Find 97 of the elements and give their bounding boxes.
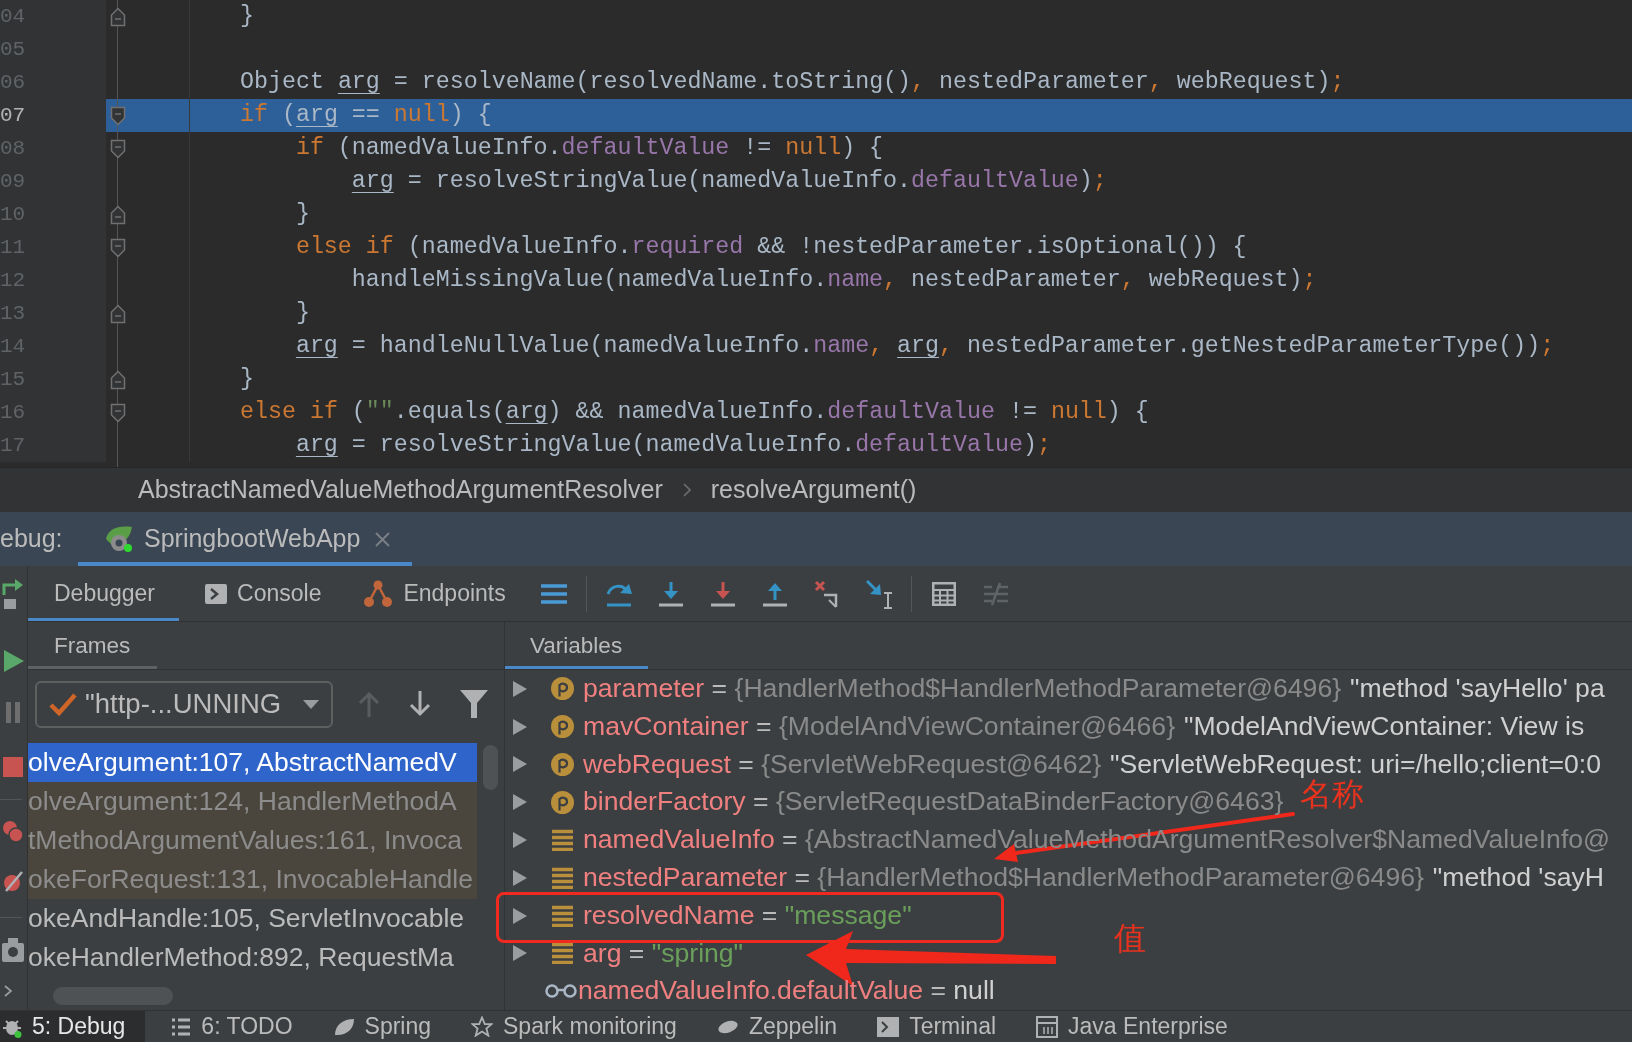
annotation-label: 名称 (1300, 778, 1364, 810)
fold-marker-icon[interactable] (110, 6, 126, 27)
circles-icon[interactable] (2, 820, 24, 843)
tool-window-button[interactable]: Zeppelin (690, 1011, 852, 1042)
stack-frame[interactable]: okeForRequest:131, InvocableHandle (28, 860, 477, 899)
close-icon[interactable] (375, 531, 391, 547)
variable-entry[interactable]: mavContainer = {ModelAndViewContainer@6466} "ModelAndViewContainer: View is (583, 706, 1585, 747)
code-line: handleMissingValue(namedValueInfo.name, nestedParameter, webRequest); (351, 268, 1317, 293)
calculator-icon[interactable] (931, 581, 956, 606)
code-line: arg = resolveStringValue(namedValueInfo.defaultValue); (295, 433, 1051, 458)
arrow-down-icon[interactable] (656, 580, 685, 607)
terminal-icon (205, 583, 228, 604)
glasses-icon (545, 983, 577, 1000)
check-icon (49, 691, 77, 717)
slashed-circle-icon[interactable] (2, 870, 24, 893)
stack-frame[interactable]: tMethodArgumentValues:161, Invoca (28, 821, 477, 860)
variable-entry[interactable]: parameter = {HandlerMethod$HandlerMethodParameter@6496} "method 'sayHello' pa (583, 668, 1605, 709)
expand-arrow-icon[interactable] (513, 832, 527, 849)
code-line: } (295, 301, 310, 326)
expand-arrow-icon[interactable] (513, 718, 527, 735)
fold-marker-icon[interactable] (110, 204, 126, 225)
fold-marker-icon[interactable] (110, 138, 126, 159)
p-badge-icon (551, 715, 574, 739)
p-badge-icon (551, 790, 574, 814)
tool-window-button[interactable]: Java Enterprise (1010, 1011, 1242, 1042)
code-line: arg = handleNullValue(namedValueInfo.name, arg, nestedParameter.getNestedParameterType()); (295, 334, 1555, 359)
annotation-label: 值 (1114, 922, 1146, 954)
p-badge-icon (551, 677, 574, 701)
code-line: } (240, 4, 254, 29)
code-line: } (295, 202, 310, 227)
arrow-down-icon[interactable] (409, 691, 431, 717)
variable-entry[interactable]: resolvedName = "message" (583, 895, 912, 936)
arrow-down-icon[interactable] (708, 580, 737, 607)
menu-icon[interactable] (540, 582, 567, 605)
caret-down-icon (303, 699, 319, 709)
code-line: arg = resolveStringValue(namedValueInfo.defaultValue); (351, 169, 1107, 194)
leaf-gear-icon (104, 525, 134, 553)
expand-arrow-icon[interactable] (513, 869, 527, 886)
star-icon (471, 1016, 494, 1037)
tool-window-button[interactable]: 5: Debug (0, 1011, 146, 1042)
expand-arrow-icon[interactable] (513, 907, 527, 924)
leaf-icon (332, 1016, 355, 1037)
code-line: } (240, 367, 254, 392)
code-line: else if (namedValueInfo.required && !nestedParameter.isOptional()) { (295, 235, 1247, 260)
breadcrumb-item[interactable]: AbstractNamedValueMethodArgumentResolver (138, 471, 663, 509)
tool-window-button[interactable]: 6: TODO (145, 1011, 307, 1042)
bars-icon (551, 904, 574, 927)
stack-frame[interactable]: okeHandlerMethod:892, RequestMa (28, 938, 477, 977)
terminal-icon (877, 1016, 900, 1037)
code-line: else if ("".equals(arg) && namedValueInfo.defaultValue != null) { (240, 400, 1149, 425)
list-icon (171, 1016, 192, 1037)
tool-window-button[interactable]: Terminal (851, 1011, 1011, 1042)
fold-marker-icon[interactable] (110, 105, 126, 126)
line-number: 07 (0, 105, 26, 126)
fold-marker-icon[interactable] (110, 237, 126, 258)
camera-icon[interactable] (2, 937, 24, 962)
code-line: if (namedValueInfo.defaultValue != null) { (295, 136, 884, 161)
panel-tab[interactable]: Variables (505, 622, 649, 669)
nodes-icon (363, 579, 394, 608)
bars-icon (551, 829, 574, 852)
expand-arrow-icon[interactable] (513, 756, 527, 773)
fold-marker-icon[interactable] (110, 369, 126, 390)
tool-window-button[interactable]: Spark monitoring (445, 1011, 691, 1042)
stack-frame[interactable]: olveArgument:124, HandlerMethodA (28, 782, 477, 821)
fold-marker-icon[interactable] (110, 303, 126, 324)
arrow-square-icon[interactable] (2, 579, 24, 609)
chevron-icon (682, 483, 691, 497)
code-line: if (arg == null) { (240, 103, 492, 128)
tool-window-title: ebug: (0, 523, 64, 555)
debugger-tab[interactable]: Debugger (28, 566, 180, 621)
filter-icon[interactable] (460, 690, 488, 718)
pause-icon[interactable] (6, 702, 20, 723)
thread-dropdown[interactable]: "http-...UNNING (35, 680, 333, 728)
debugger-tab[interactable]: Endpoints (337, 566, 522, 621)
bars-icon (551, 942, 574, 965)
cross-arrow-icon[interactable] (813, 579, 840, 608)
arrow-cursor-icon[interactable] (864, 578, 893, 609)
variable-entry[interactable]: nestedParameter = {HandlerMethod$HandlerMethodParameter@6496} "method 'sayH (583, 857, 1605, 898)
debugger-tab[interactable]: Console (179, 566, 338, 621)
code-line: Object arg = resolveName(resolvedName.toString(), nestedParameter, webRequest); (240, 70, 1345, 95)
variable-entry[interactable]: arg = "spring" (583, 933, 744, 974)
tool-window-button[interactable]: Spring (306, 1011, 446, 1042)
play-icon[interactable] (4, 650, 24, 672)
breadcrumb-item[interactable]: resolveArgument() (710, 471, 917, 509)
variable-entry[interactable]: namedValueInfo.defaultValue = null (578, 971, 995, 1012)
expand-arrow-icon[interactable] (513, 945, 527, 962)
expand-arrow-icon[interactable] (513, 680, 527, 697)
stack-frame[interactable]: olveArgument:107, AbstractNamedV (28, 743, 477, 782)
chevron-icon[interactable] (4, 985, 12, 997)
p-badge-icon (551, 753, 574, 776)
expand-arrow-icon[interactable] (513, 794, 527, 811)
variable-entry[interactable]: binderFactory = {ServletRequestDataBinderFactory@6463} (583, 782, 1284, 823)
panel-tab[interactable]: Frames (28, 622, 158, 669)
fold-marker-icon[interactable] (110, 402, 126, 423)
bars-icon (551, 866, 574, 889)
stack-frame[interactable]: okeAndHandle:105, ServletInvocable (28, 899, 477, 938)
grid-icon (1036, 1015, 1059, 1038)
